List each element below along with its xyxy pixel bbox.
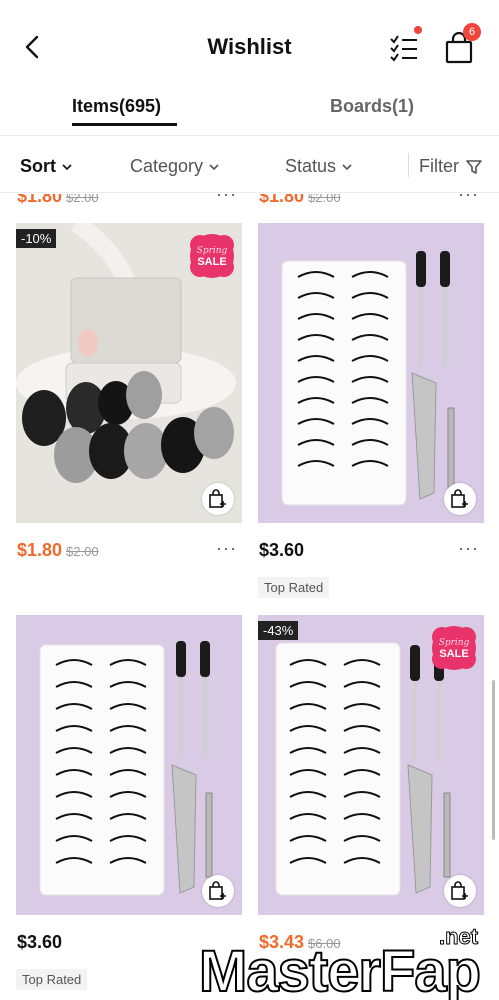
active-tab-indicator bbox=[72, 123, 177, 126]
page-title: Wishlist bbox=[207, 34, 292, 59]
category-dropdown[interactable]: Category bbox=[130, 156, 219, 177]
scrollbar[interactable] bbox=[492, 680, 495, 840]
divider bbox=[408, 153, 409, 177]
discount-badge: -10% bbox=[16, 229, 57, 248]
discount-badge: -43% bbox=[258, 621, 299, 640]
svg-text:Spring: Spring bbox=[439, 638, 470, 648]
tab-boards[interactable]: Boards(1) bbox=[330, 96, 414, 117]
product-price: $1.80 $2.00 bbox=[17, 540, 99, 560]
more-options-icon[interactable]: ··· bbox=[216, 538, 237, 559]
add-to-cart-icon bbox=[451, 489, 468, 508]
chevron-down-icon bbox=[209, 163, 219, 170]
product-image-makeup-puffs[interactable]: -10% Spring SALE bbox=[16, 223, 242, 523]
add-to-cart-button[interactable] bbox=[444, 875, 476, 907]
add-to-cart-icon bbox=[451, 881, 468, 900]
spring-sale-icon: Spring SALE bbox=[190, 234, 234, 278]
product-price: $3.60 bbox=[259, 540, 305, 560]
app-header: Wishlist 6 bbox=[0, 0, 499, 92]
add-to-cart-button[interactable] bbox=[444, 483, 476, 515]
chevron-down-icon bbox=[62, 163, 72, 170]
svg-text:Spring: Spring bbox=[197, 246, 228, 256]
filter-label: Filter bbox=[419, 156, 459, 176]
status-label: Status bbox=[285, 156, 337, 176]
peek-price-left: $1.80 $2.00 bbox=[17, 194, 99, 206]
peek-price-right: $1.80 $2.00 bbox=[259, 194, 341, 206]
svg-text:SALE: SALE bbox=[439, 648, 468, 660]
product-image-eyelash-kit[interactable] bbox=[258, 223, 484, 523]
filter-button[interactable]: Filter bbox=[419, 156, 483, 177]
chevron-down-icon bbox=[342, 163, 352, 170]
product-price: $3.60 bbox=[17, 932, 63, 952]
add-to-cart-icon bbox=[209, 881, 226, 900]
status-dropdown[interactable]: Status bbox=[285, 156, 352, 177]
wishlist-grid[interactable]: $1.80 $2.00 ··· $1.80 $2.00 ··· -10% Spr… bbox=[0, 194, 499, 1000]
product-image-eyelash-kit[interactable] bbox=[16, 615, 242, 915]
svg-text:SALE: SALE bbox=[197, 256, 226, 268]
top-rated-tag: Top Rated bbox=[258, 577, 330, 598]
more-options-icon[interactable]: ··· bbox=[216, 194, 237, 205]
top-rated-tag: Top Rated bbox=[16, 969, 88, 990]
tab-items[interactable]: Items(695) bbox=[72, 96, 161, 117]
watermark-logo: .net MasterFap bbox=[195, 924, 499, 1000]
notification-dot bbox=[414, 26, 422, 34]
sort-dropdown[interactable]: Sort bbox=[20, 156, 72, 177]
more-options-icon[interactable]: ··· bbox=[458, 194, 479, 205]
product-image-eyelash-kit[interactable]: -43% Spring SALE bbox=[258, 615, 484, 915]
checklist-icon[interactable] bbox=[388, 33, 420, 63]
sort-label: Sort bbox=[20, 156, 56, 176]
watermark-text: MasterFap bbox=[198, 938, 482, 1000]
add-to-cart-button[interactable] bbox=[202, 875, 234, 907]
filter-bar: Sort Category Status Filter bbox=[0, 137, 499, 193]
category-label: Category bbox=[130, 156, 204, 176]
funnel-icon bbox=[466, 159, 482, 174]
more-options-icon[interactable]: ··· bbox=[458, 538, 479, 559]
wishlist-tabs: Items(695) Boards(1) bbox=[0, 92, 499, 136]
add-to-cart-icon bbox=[209, 489, 226, 508]
cart-count-badge: 6 bbox=[463, 23, 481, 41]
add-to-cart-button[interactable] bbox=[202, 483, 234, 515]
spring-sale-icon: Spring SALE bbox=[432, 626, 476, 670]
